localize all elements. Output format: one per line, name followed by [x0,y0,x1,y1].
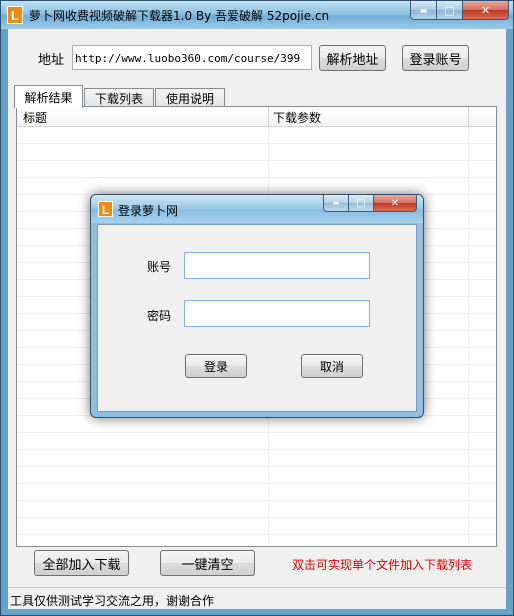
password-input[interactable] [184,300,370,327]
tab-instructions[interactable]: 使用说明 [155,88,225,107]
minimize-icon: ▬ [332,199,340,207]
close-button[interactable]: ✕ [463,1,509,20]
window-title: 萝卜网收费视频破解下载器1.0 By 吾爱破解 52pojie.cn [29,9,330,23]
column-header-title[interactable]: 标题 [23,109,47,126]
column-gridline [468,127,469,546]
dialog-cancel-button[interactable]: 取消 [301,354,363,378]
title-bar[interactable]: L 萝卜网收费视频破解下载器1.0 By 吾爱破解 52pojie.cn ▬ □… [1,1,513,29]
dialog-logo-icon: L [98,201,113,217]
status-bar: 工具仅供测试学习交流之用，谢谢合作 [8,587,506,609]
close-icon: ✕ [480,3,491,17]
status-text: 工具仅供测试学习交流之用，谢谢合作 [10,594,215,608]
maximize-icon: □ [356,197,366,209]
double-click-hint: 双击可实现单个文件加入下载列表 [292,558,473,572]
column-divider[interactable] [268,107,269,127]
parse-address-button[interactable]: 解析地址 [319,45,386,71]
column-divider[interactable] [468,107,469,127]
dialog-client-area: 账号 密码 登录 取消 [97,224,417,412]
maximize-button[interactable]: □ [437,1,463,20]
password-label: 密码 [147,309,172,323]
table-header: 标题 下载参数 [17,107,496,127]
minimize-button[interactable]: ▬ [410,1,437,20]
dialog-title-bar[interactable]: L 登录萝卜网 ▬ □ ✕ [91,195,423,223]
address-label: 地址 [38,53,65,68]
login-account-button[interactable]: 登录账号 [402,45,469,71]
tab-download-list[interactable]: 下载列表 [84,88,154,107]
account-label: 账号 [147,260,172,274]
maximize-icon: □ [444,3,455,17]
account-input[interactable] [184,252,370,279]
minimize-icon: ▬ [419,5,428,15]
login-dialog: L 登录萝卜网 ▬ □ ✕ 账号 密码 登录 取消 [90,194,424,418]
dialog-title: 登录萝卜网 [118,204,179,218]
dialog-minimize-button[interactable]: ▬ [323,195,349,212]
dialog-login-button[interactable]: 登录 [185,354,247,378]
dialog-caption-buttons: ▬ □ ✕ [323,195,417,212]
dialog-close-button[interactable]: ✕ [374,195,417,212]
column-header-download-params[interactable]: 下载参数 [273,109,321,126]
close-icon: ✕ [390,197,400,209]
clear-all-button[interactable]: 一键清空 [160,550,255,576]
dialog-maximize-button[interactable]: □ [349,195,374,212]
tab-parse-results[interactable]: 解析结果 [14,85,83,108]
caption-buttons: ▬ □ ✕ [410,1,509,20]
app-logo-icon: L [7,6,23,24]
add-all-download-button[interactable]: 全部加入下载 [34,550,129,576]
address-input[interactable]: http://www.luobo360.com/course/399 [72,45,312,70]
